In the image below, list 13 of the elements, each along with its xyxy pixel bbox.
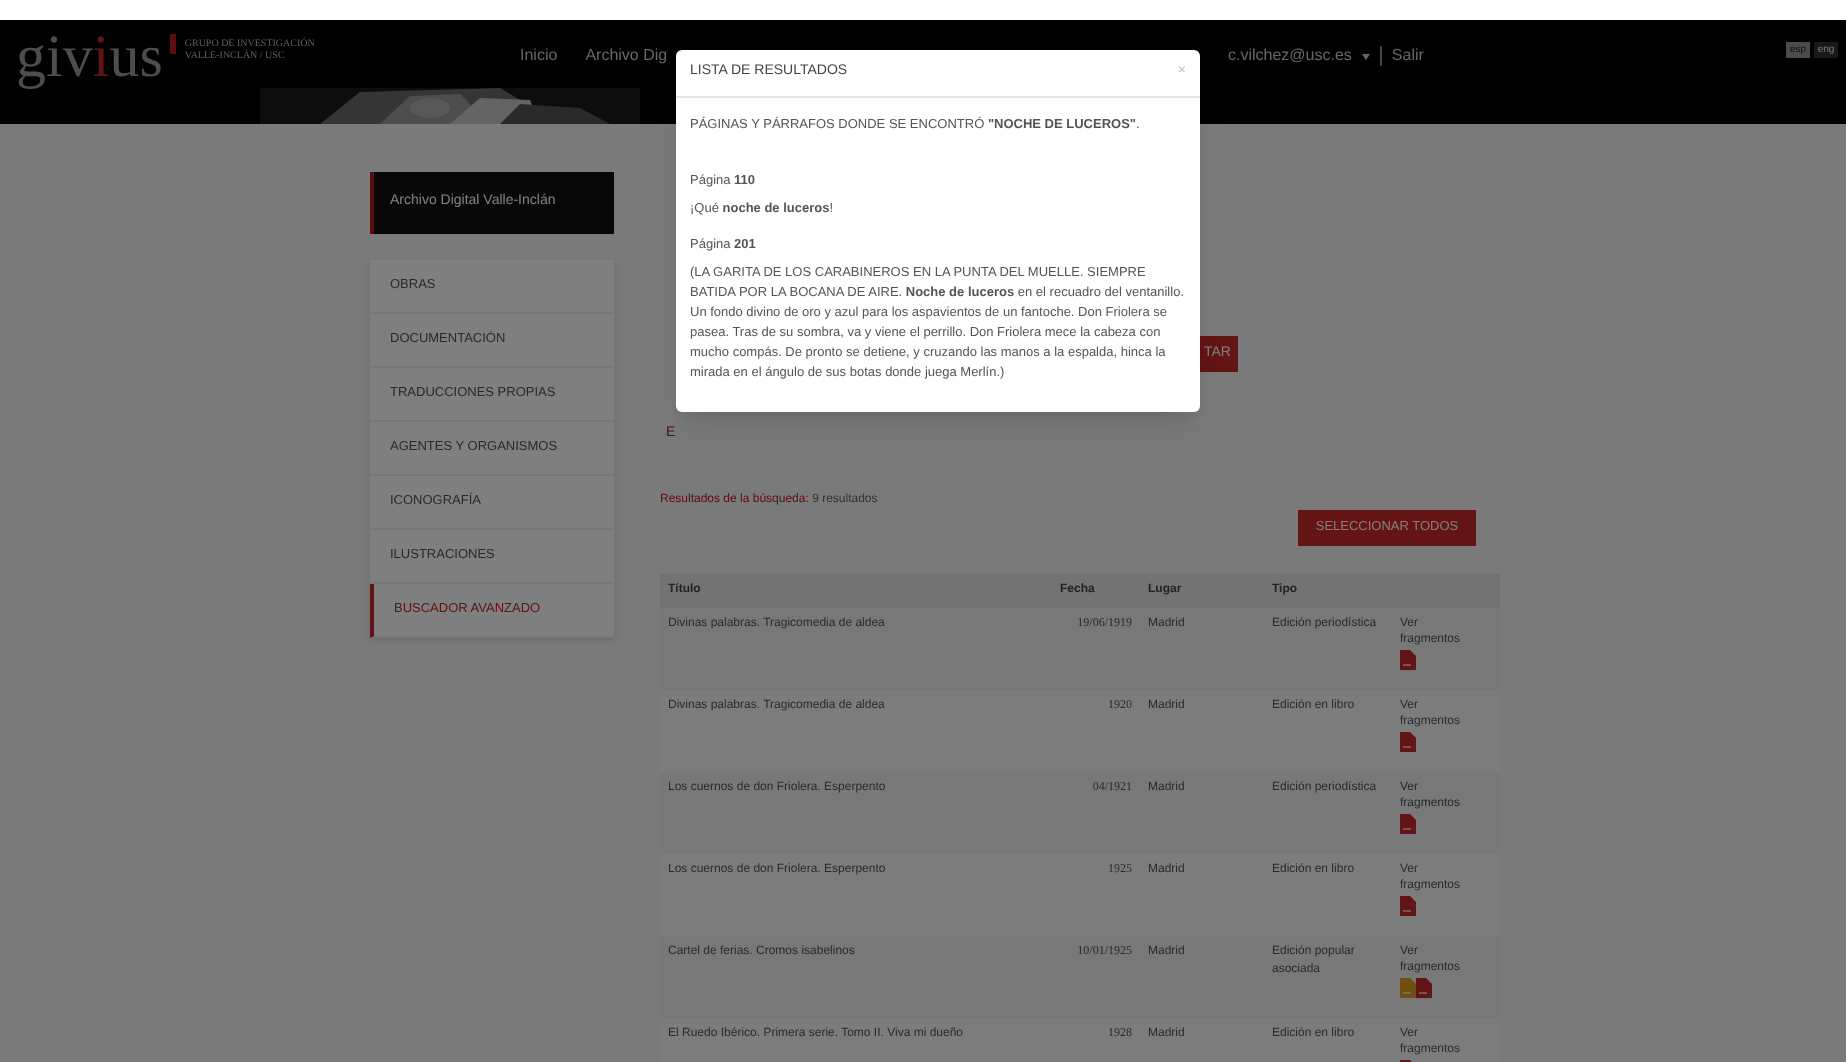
nav-link[interactable]: Archivo Dig	[585, 44, 668, 68]
pdf-file-icon[interactable]	[1416, 978, 1432, 998]
caret-icon	[1361, 53, 1370, 59]
logo-mark-icon	[170, 34, 177, 54]
pdf-file-icon[interactable]	[1400, 650, 1416, 670]
pdf-file-icon[interactable]	[1400, 732, 1416, 752]
pdf-file-icon[interactable]	[1400, 814, 1416, 834]
image-file-icon[interactable]	[1400, 978, 1416, 998]
pdf-file-icon[interactable]	[1400, 896, 1416, 916]
user-menu[interactable]: c.vilchez@usc.es	[1228, 44, 1352, 68]
nav-link[interactable]: Inicio	[520, 44, 558, 68]
logo: givius	[16, 28, 163, 88]
logout-link[interactable]: Salir	[1391, 44, 1424, 68]
